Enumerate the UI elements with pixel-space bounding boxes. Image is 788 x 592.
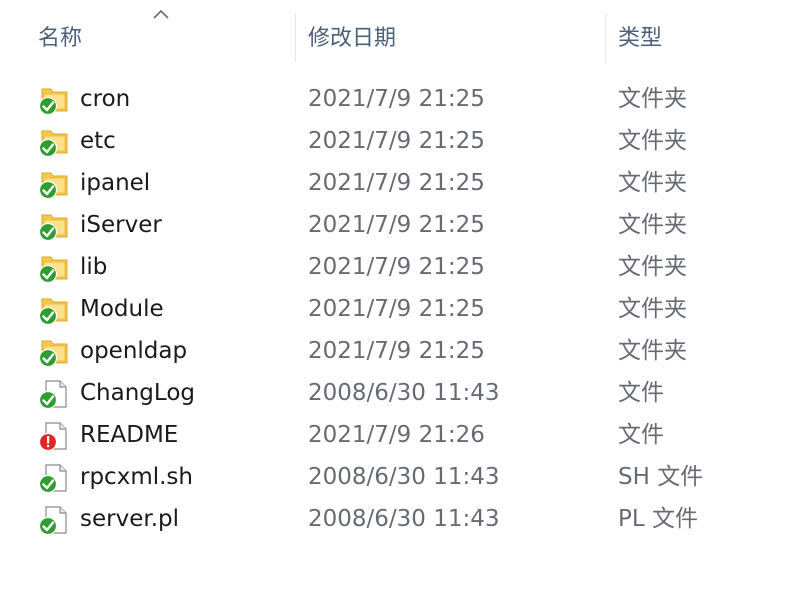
file-type: 文件夹 [618,86,687,112]
file-row[interactable]: openldap 2021/7/9 21:25 文件夹 [0,330,788,372]
column-header-bar: 名称 修改日期 类型 [0,0,788,70]
folder-icon [38,256,68,284]
error-status-icon [38,432,58,452]
file-name[interactable]: cron [80,82,130,116]
folder-icon [38,214,68,242]
file-type: 文件夹 [618,338,687,364]
file-modified-date: 2008/6/30 11:43 [308,506,500,532]
file-modified-date: 2021/7/9 21:25 [308,254,485,280]
file-name[interactable]: README [80,418,178,452]
folder-icon [38,340,68,368]
file-row[interactable]: ChangLog 2008/6/30 11:43 文件 [0,372,788,414]
file-row[interactable]: lib 2021/7/9 21:25 文件夹 [0,246,788,288]
file-modified-date: 2021/7/9 21:25 [308,170,485,196]
file-icon [38,464,67,494]
column-divider[interactable] [295,14,296,62]
file-modified-date: 2008/6/30 11:43 [308,464,500,490]
file-row[interactable]: rpcxml.sh 2008/6/30 11:43 SH 文件 [0,456,788,498]
file-type: 文件夹 [618,296,687,322]
file-name[interactable]: ipanel [80,166,150,200]
file-modified-date: 2021/7/9 21:25 [308,86,485,112]
file-row[interactable]: cron 2021/7/9 21:25 文件夹 [0,78,788,120]
folder-icon [38,130,68,158]
file-modified-date: 2021/7/9 21:25 [308,212,485,238]
file-name[interactable]: etc [80,124,116,158]
folder-icon [38,298,68,326]
file-type: 文件 [618,380,664,406]
synced-check-icon [38,390,58,410]
file-name[interactable]: lib [80,250,107,284]
synced-check-icon [38,96,58,116]
file-name[interactable]: server.pl [80,502,179,536]
file-row[interactable]: iServer 2021/7/9 21:25 文件夹 [0,204,788,246]
file-list: cron 2021/7/9 21:25 文件夹 etc 2021/7/9 21:25 文件… [0,78,788,540]
file-modified-date: 2008/6/30 11:43 [308,380,500,406]
synced-check-icon [38,138,58,158]
file-modified-date: 2021/7/9 21:25 [308,296,485,322]
file-row[interactable]: Module 2021/7/9 21:25 文件夹 [0,288,788,330]
folder-icon [38,88,68,116]
file-type: 文件夹 [618,128,687,154]
file-icon [38,380,67,410]
file-name[interactable]: iServer [80,208,162,242]
file-row[interactable]: server.pl 2008/6/30 11:43 PL 文件 [0,498,788,540]
file-type: 文件夹 [618,170,687,196]
column-header-type[interactable]: 类型 [618,24,662,54]
chevron-up-icon[interactable] [152,8,170,20]
file-type: PL 文件 [618,506,698,532]
file-name[interactable]: Module [80,292,164,326]
synced-check-icon [38,516,58,536]
file-icon [38,506,67,536]
file-row[interactable]: etc 2021/7/9 21:25 文件夹 [0,120,788,162]
column-header-modified[interactable]: 修改日期 [308,24,396,54]
synced-check-icon [38,306,58,326]
file-name[interactable]: openldap [80,334,187,368]
file-modified-date: 2021/7/9 21:26 [308,422,485,448]
synced-check-icon [38,222,58,242]
file-row[interactable]: README 2021/7/9 21:26 文件 [0,414,788,456]
synced-check-icon [38,348,58,368]
folder-icon [38,172,68,200]
file-type: 文件夹 [618,212,687,238]
synced-check-icon [38,180,58,200]
file-modified-date: 2021/7/9 21:25 [308,338,485,364]
file-modified-date: 2021/7/9 21:25 [308,128,485,154]
column-divider[interactable] [605,14,606,62]
file-type: 文件 [618,422,664,448]
file-type: 文件夹 [618,254,687,280]
file-name[interactable]: rpcxml.sh [80,460,193,494]
file-icon [38,422,67,452]
synced-check-icon [38,264,58,284]
file-row[interactable]: ipanel 2021/7/9 21:25 文件夹 [0,162,788,204]
column-header-name[interactable]: 名称 [38,24,82,54]
file-name[interactable]: ChangLog [80,376,195,410]
synced-check-icon [38,474,58,494]
file-type: SH 文件 [618,464,704,490]
